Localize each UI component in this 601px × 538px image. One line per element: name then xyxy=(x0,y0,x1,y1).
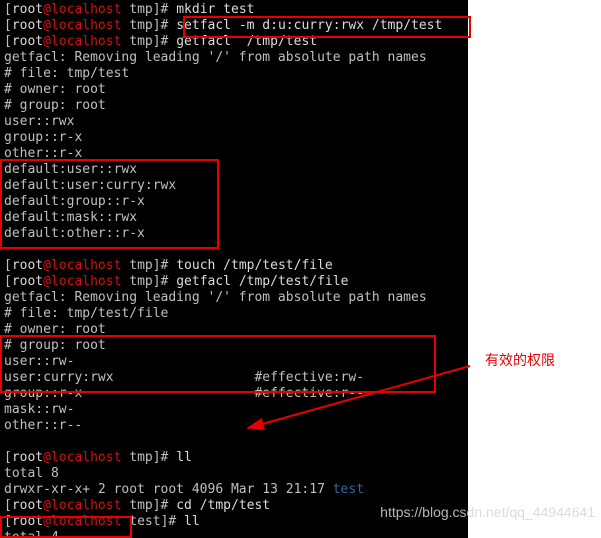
blank-line xyxy=(4,242,464,258)
watermark: https://blog.csdn.net/qq_44944641 xyxy=(380,504,595,520)
prompt-line: [root@localhost tmp]# touch /tmp/test/fi… xyxy=(4,258,464,274)
annotation-effective-permissions: 有效的权限 xyxy=(485,350,555,370)
ls-total: total 4 xyxy=(4,530,464,538)
cmd-ll2: ll xyxy=(184,514,200,529)
getfacl-output: other::r-x xyxy=(4,146,464,162)
getfacl-output: mask::rw- xyxy=(4,402,464,418)
getfacl-output: # file: tmp/test xyxy=(4,66,464,82)
getfacl-output: # group: root xyxy=(4,338,464,354)
cmd-getfacl: getfacl /tmp/test xyxy=(176,34,317,49)
getfacl-output: getfacl: Removing leading '/' from absol… xyxy=(4,290,464,306)
cmd-mkdir: mkdir test xyxy=(176,2,254,17)
getfacl-output: # group: root xyxy=(4,98,464,114)
ls-line: drwxr-xr-x+ 2 root root 4096 Mar 13 21:1… xyxy=(4,482,464,498)
prompt-line: [root@localhost tmp]# mkdir test xyxy=(4,2,464,18)
getfacl-default: default:mask::rwx xyxy=(4,210,464,226)
getfacl-output: other::r-- xyxy=(4,418,464,434)
prompt-line: [root@localhost tmp]# getfacl /tmp/test xyxy=(4,34,464,50)
getfacl-output: group::r-x xyxy=(4,130,464,146)
terminal[interactable]: [root@localhost tmp]# mkdir test [root@l… xyxy=(0,0,468,538)
getfacl-output: getfacl: Removing leading '/' from absol… xyxy=(4,50,464,66)
getfacl-output: user::rwx xyxy=(4,114,464,130)
getfacl-default: default:group::r-x xyxy=(4,194,464,210)
cmd-touch: touch /tmp/test/file xyxy=(176,258,333,273)
getfacl-output: group::r-x #effective:r-- xyxy=(4,386,464,402)
getfacl-default: default:user:curry:rwx xyxy=(4,178,464,194)
ls-total: total 8 xyxy=(4,466,464,482)
cmd-getfacl2: getfacl /tmp/test/file xyxy=(176,274,348,289)
cmd-ll: ll xyxy=(176,450,192,465)
prompt-at: @ xyxy=(43,2,51,17)
bracket: [ xyxy=(4,2,12,17)
getfacl-output: # file: tmp/test/file xyxy=(4,306,464,322)
blank-line xyxy=(4,434,464,450)
getfacl-output: # owner: root xyxy=(4,82,464,98)
getfacl-output: user:curry:rwx #effective:rw- xyxy=(4,370,464,386)
getfacl-default: default:other::r-x xyxy=(4,226,464,242)
prompt-host: localhost xyxy=(51,2,121,17)
bracket: ]# xyxy=(153,2,176,17)
getfacl-default: default:user::rwx xyxy=(4,162,464,178)
ls-dir-name: test xyxy=(333,482,364,497)
getfacl-output: # owner: root xyxy=(4,322,464,338)
prompt-cwd: tmp xyxy=(121,2,152,17)
prompt-line: [root@localhost tmp]# ll xyxy=(4,450,464,466)
cmd-setfacl: setfacl -m d:u:curry:rwx /tmp/test xyxy=(176,18,442,33)
prompt-line: [root@localhost tmp]# setfacl -m d:u:cur… xyxy=(4,18,464,34)
getfacl-output: user::rw- xyxy=(4,354,464,370)
prompt-user: root xyxy=(12,2,43,17)
cmd-cd: cd /tmp/test xyxy=(176,498,270,513)
prompt-line: [root@localhost tmp]# getfacl /tmp/test/… xyxy=(4,274,464,290)
